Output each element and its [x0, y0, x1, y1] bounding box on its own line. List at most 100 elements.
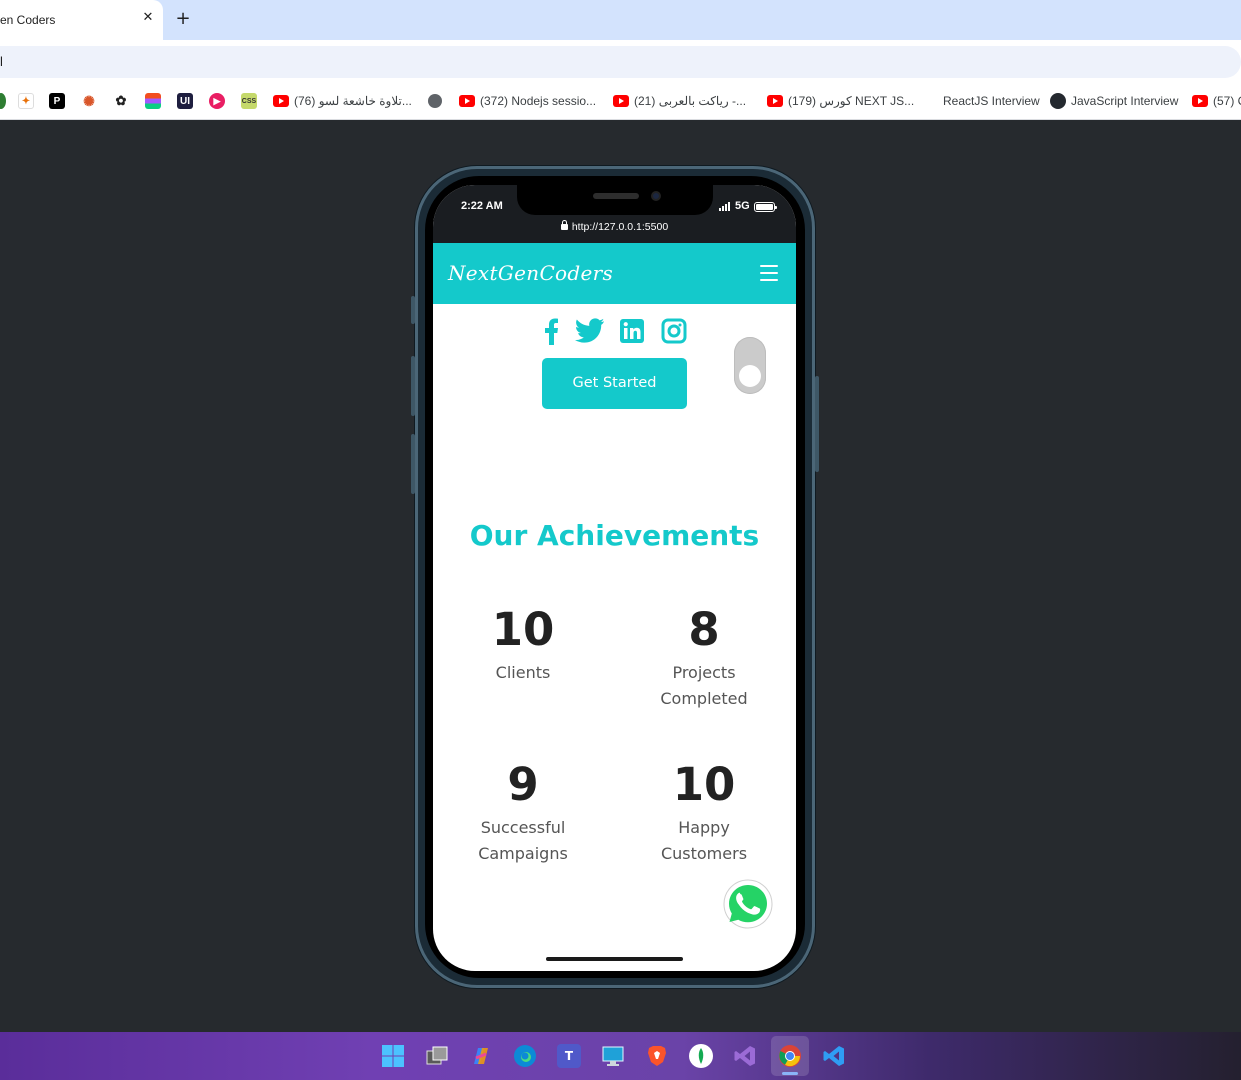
- address-text: l: [0, 54, 3, 69]
- status-time: 2:22 AM: [461, 200, 503, 212]
- bookmark-item[interactable]: (57) C: [1192, 92, 1241, 110]
- power-button: [815, 376, 819, 472]
- bookmark-label: ReactJS Interview: [943, 94, 1040, 108]
- remote-desktop-icon[interactable]: [601, 1044, 625, 1068]
- edge-icon[interactable]: [513, 1044, 537, 1068]
- network-type: 5G: [735, 200, 750, 212]
- speaker: [593, 193, 639, 199]
- linkedin-icon[interactable]: [619, 317, 645, 345]
- bookmark-label: (57) C: [1213, 94, 1241, 108]
- copilot-icon[interactable]: [469, 1044, 493, 1068]
- tab-strip: en Coders ✕ +: [0, 0, 1241, 40]
- achievements-title: Our Achievements: [469, 519, 760, 552]
- site-navbar: NextGenCoders: [433, 243, 796, 304]
- tab-title: en Coders: [0, 13, 56, 27]
- facebook-icon[interactable]: [539, 317, 565, 345]
- app-icon: [0, 93, 6, 109]
- twitter-icon[interactable]: [575, 317, 605, 345]
- lock-icon: [560, 220, 568, 230]
- stat-label: Clients: [495, 663, 551, 682]
- github-icon: [1050, 93, 1066, 109]
- site-logo[interactable]: NextGenCoders: [448, 261, 613, 285]
- browser-url[interactable]: http://127.0.0.1:5500: [433, 220, 796, 233]
- bookmark-item[interactable]: (179) كورس NEXT JS...: [767, 92, 914, 110]
- stat-number: 9: [507, 758, 539, 811]
- tab-active[interactable]: en Coders ✕: [0, 0, 163, 40]
- instagram-icon[interactable]: [661, 317, 687, 345]
- figma-icon: [145, 93, 161, 109]
- stat-projects: 8 Projects Completed: [624, 604, 784, 712]
- bookmark-app-8[interactable]: ▶: [209, 92, 225, 110]
- chrome-icon[interactable]: [778, 1044, 802, 1068]
- bookmark-app-4[interactable]: ✺: [81, 92, 97, 110]
- active-app-indicator: [782, 1072, 798, 1075]
- volume-up-button: [411, 356, 415, 416]
- brave-icon[interactable]: [645, 1044, 669, 1068]
- theme-toggle[interactable]: [734, 337, 766, 394]
- bookmark-label: (179) كورس NEXT JS...: [788, 94, 915, 108]
- phone-screen: 2:22 AM 5G http://127.0.0.1:5500 NextGen…: [433, 185, 796, 971]
- stat-label: Happy Customers: [660, 818, 748, 863]
- bookmark-app-9[interactable]: CSS: [241, 92, 257, 110]
- address-bar[interactable]: l: [0, 46, 1241, 78]
- bookmark-app-6[interactable]: [145, 92, 161, 110]
- stat-label: Projects Completed: [660, 663, 748, 708]
- bookmark-app-2[interactable]: ✦: [18, 92, 34, 110]
- bookmark-item[interactable]: (372) Nodejs sessio...: [459, 92, 596, 110]
- home-indicator: [546, 957, 683, 961]
- mute-switch: [411, 296, 415, 324]
- visual-studio-icon[interactable]: [733, 1044, 757, 1068]
- battery-icon: [754, 202, 777, 212]
- stat-customers: 10 Happy Customers: [624, 759, 784, 867]
- youtube-icon: [273, 95, 289, 107]
- css-icon: CSS: [241, 93, 257, 109]
- url-text: http://127.0.0.1:5500: [571, 221, 669, 233]
- p-logo-icon: P: [49, 93, 65, 109]
- task-view-icon[interactable]: [425, 1044, 449, 1068]
- stat-number: 10: [491, 603, 555, 656]
- bookmark-label: JavaScript Interview: [1071, 94, 1179, 108]
- notch: [517, 185, 713, 215]
- bookmark-app-3[interactable]: P: [49, 92, 65, 110]
- bookmark-item[interactable]: JavaScript Interview: [1050, 92, 1178, 110]
- bookmark-app-7[interactable]: UI: [177, 92, 193, 110]
- whatsapp-icon[interactable]: [723, 879, 773, 929]
- stat-clients: 10 Clients: [443, 604, 603, 686]
- globe-icon: [428, 94, 442, 108]
- youtube-icon: [613, 95, 629, 107]
- windows-start-icon[interactable]: [381, 1044, 405, 1068]
- stat-number: 8: [688, 603, 720, 656]
- youtube-icon: [459, 95, 475, 107]
- teams-icon[interactable]: T: [557, 1044, 581, 1068]
- bookmark-item[interactable]: (21) رياكت بالعربى -...: [613, 92, 746, 110]
- claude-icon: ✺: [81, 93, 97, 109]
- mongodb-compass-icon[interactable]: [689, 1044, 713, 1068]
- stat-number: 10: [672, 758, 736, 811]
- bookmark-app-5[interactable]: ✿: [113, 92, 129, 110]
- new-tab-button[interactable]: +: [174, 10, 192, 28]
- uiverse-icon: UI: [177, 93, 193, 109]
- stat-label: Successful Campaigns: [478, 818, 568, 863]
- vscode-icon[interactable]: [822, 1044, 846, 1068]
- status-bar: 2:22 AM 5G http://127.0.0.1:5500: [433, 185, 796, 243]
- hamburger-menu-icon[interactable]: [760, 265, 778, 281]
- get-started-button[interactable]: Get Started: [542, 358, 687, 409]
- play-icon: ▶: [209, 93, 225, 109]
- bookmark-item[interactable]: ReactJS Interview: [943, 92, 1040, 110]
- youtube-icon: [767, 95, 783, 107]
- bookmark-item[interactable]: (76) تلاوة خاشعة لسو...: [273, 92, 412, 110]
- youtube-icon: [1192, 95, 1208, 107]
- social-links: [539, 317, 689, 345]
- bookmark-label: (76) تلاوة خاشعة لسو...: [294, 94, 412, 108]
- stat-campaigns: 9 Successful Campaigns: [443, 759, 603, 867]
- codepen-icon: ✦: [18, 93, 34, 109]
- openai-icon: ✿: [113, 93, 129, 109]
- bookmark-label: (372) Nodejs sessio...: [480, 94, 597, 108]
- signal-icon: [719, 202, 730, 211]
- bookmarks-bar: ✦ P ✺ ✿ UI ▶ CSS (76) تلاوة خاشعة لسو...…: [0, 82, 1241, 120]
- volume-down-button: [411, 434, 415, 494]
- bookmark-item[interactable]: [428, 92, 442, 110]
- bookmark-app-1[interactable]: [0, 92, 6, 110]
- close-tab-icon[interactable]: ✕: [140, 10, 156, 26]
- browser-toolbar: l: [0, 40, 1241, 82]
